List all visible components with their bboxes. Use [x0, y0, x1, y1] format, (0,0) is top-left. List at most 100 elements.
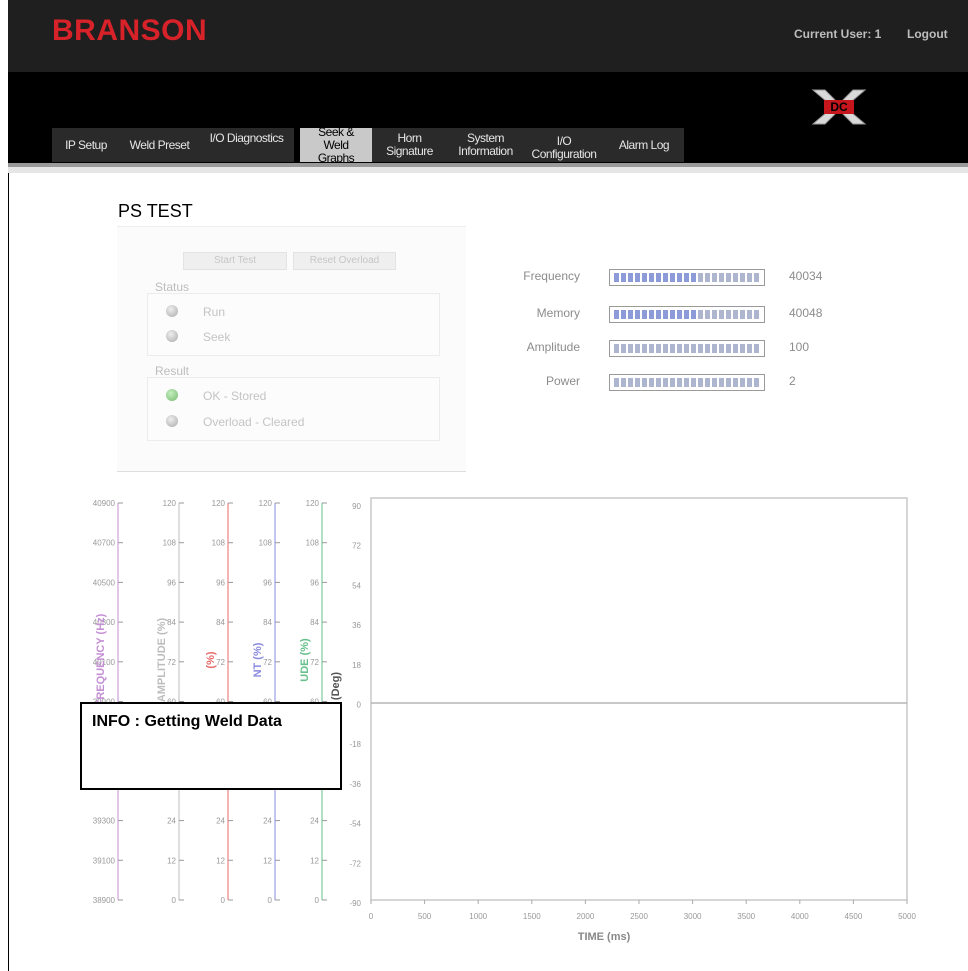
seek-status-label: Seek — [203, 330, 231, 344]
axis-tick-label: 96 — [167, 578, 176, 587]
axis-tick-label: 96 — [216, 578, 225, 587]
seek-indicator-icon — [166, 330, 178, 342]
brand-mark-text: DC — [830, 100, 848, 114]
memory-value: 40048 — [789, 306, 823, 320]
axis-tick-label: 24 — [263, 817, 272, 826]
memory-meter — [609, 306, 765, 323]
axis-tick-label: 72 — [263, 658, 272, 667]
axis-tick-label: 54 — [352, 581, 361, 590]
axis-tick-label: -36 — [349, 780, 361, 789]
status-group — [147, 293, 440, 356]
axis-title: (Deg) — [330, 672, 342, 700]
axis-title: NT (%) — [252, 642, 264, 677]
axis-tick-label: 108 — [212, 539, 226, 548]
power-value: 2 — [789, 374, 796, 388]
axis-tick-label: 0 — [315, 896, 320, 905]
tab-io-diagnostics[interactable]: I/O Diagnostics — [199, 128, 294, 162]
axis-tick-label: 120 — [163, 499, 177, 508]
tab-label: System Information — [458, 131, 513, 158]
tab-seek-weld-graphs[interactable]: Seek & Weld Graphs — [300, 124, 372, 165]
tab-ip-setup[interactable]: IP Setup — [52, 128, 120, 162]
reset-overload-button[interactable]: Reset Overload — [293, 252, 396, 270]
axis-tick-label: 72 — [310, 658, 319, 667]
axis-tick-label: 12 — [216, 856, 225, 865]
axis-tick-label: 12 — [167, 856, 176, 865]
current-user-label: Current User: 1 — [794, 27, 882, 41]
axis-tick-label: 40300 — [93, 618, 116, 627]
axis-tick-label: 84 — [216, 618, 225, 627]
ok-stored-label: OK - Stored — [203, 389, 267, 403]
x-tick-label: 1500 — [523, 912, 541, 921]
axis-tick-label: 0 — [357, 701, 362, 710]
meter-track — [614, 378, 760, 387]
tab-label: I/O Diagnostics — [209, 131, 284, 145]
x-tick-label: 0 — [369, 912, 374, 921]
tab-horn-signature[interactable]: Horn Signature — [372, 128, 447, 162]
header-shadow — [8, 167, 968, 173]
axis-tick-label: 0 — [221, 896, 226, 905]
axis-tick-label: 18 — [352, 661, 361, 670]
axis-tick-label: 24 — [310, 817, 319, 826]
memory-label: Memory — [536, 306, 580, 320]
x-tick-label: 4500 — [845, 912, 863, 921]
frequency-label: Frequency — [523, 269, 580, 283]
logout-link[interactable]: Logout — [907, 27, 948, 41]
axis-tick-label: 40100 — [93, 658, 116, 667]
left-border — [8, 173, 9, 971]
tab-label: Seek & Weld Graphs — [317, 124, 355, 165]
info-popup-text: INFO : Getting Weld Data — [92, 713, 282, 730]
x-tick-label: 3000 — [684, 912, 702, 921]
axis-tick-label: 108 — [306, 539, 320, 548]
axis-tick-label: 120 — [259, 499, 273, 508]
tab-alarm-log[interactable]: Alarm Log — [604, 128, 684, 162]
app-header: BRANSON Current User: 1 Logout DC IP Set… — [8, 0, 968, 165]
axis-tick-label: 96 — [310, 578, 319, 587]
power-meter — [609, 374, 765, 391]
ok-stored-indicator-icon — [166, 389, 178, 401]
tab-label: Weld Preset — [129, 137, 190, 152]
axis-tick-label: 84 — [263, 618, 272, 627]
ps-test-title: PS TEST — [118, 201, 193, 221]
axis-tick-label: 40700 — [93, 539, 116, 548]
axis-tick-label: 108 — [163, 539, 177, 548]
meter-fill — [614, 310, 698, 319]
axis-tick-label: 120 — [212, 499, 226, 508]
x-tick-label: 4000 — [791, 912, 809, 921]
power-label: Power — [545, 374, 580, 388]
amplitude-label: Amplitude — [526, 340, 580, 354]
axis-tick-label: 12 — [263, 856, 272, 865]
axis-tick-label: 120 — [306, 499, 320, 508]
x-axis-title: TIME (ms) — [578, 931, 631, 943]
axis-tick-label: 24 — [216, 817, 225, 826]
result-group-label: Result — [155, 364, 190, 378]
tab-label: I/O Configuration — [531, 134, 597, 161]
axis-tick-label: -90 — [349, 899, 361, 908]
axis-tick-label: 40500 — [93, 578, 116, 587]
axis-tick-label: -18 — [349, 740, 361, 749]
axis-title: UDE (%) — [299, 638, 311, 682]
axis-tick-label: 12 — [310, 856, 319, 865]
axis-tick-label: 108 — [259, 539, 273, 548]
axis-title: FREQUENCY (Hz) — [95, 613, 107, 706]
axis-tick-label: 39100 — [93, 856, 116, 865]
axis-tick-label: 0 — [268, 896, 273, 905]
frequency-value: 40034 — [789, 269, 823, 283]
tab-label: Horn Signature — [386, 131, 433, 158]
axis-tick-label: 72 — [167, 658, 176, 667]
info-popup: INFO : Getting Weld Data — [80, 702, 342, 790]
amplitude-meter — [609, 340, 765, 357]
axis-tick-label: 84 — [310, 618, 319, 627]
tab-weld-preset[interactable]: Weld Preset — [120, 128, 199, 162]
x-tick-label: 500 — [418, 912, 432, 921]
axis-title: (%) — [205, 651, 217, 668]
start-test-button[interactable]: Start Test — [183, 252, 287, 270]
x-tick-label: 5000 — [898, 912, 916, 921]
axis-tick-label: 36 — [352, 621, 361, 630]
meter-fill — [614, 273, 698, 282]
axis-tick-label: -54 — [349, 820, 361, 829]
tab-system-information[interactable]: System Information — [447, 128, 524, 162]
branson-logo: BRANSON — [52, 14, 208, 47]
axis-tick-label: 24 — [167, 817, 176, 826]
axis-tick-label: 40900 — [93, 499, 116, 508]
tab-io-configuration[interactable]: I/O Configuration — [524, 128, 604, 162]
